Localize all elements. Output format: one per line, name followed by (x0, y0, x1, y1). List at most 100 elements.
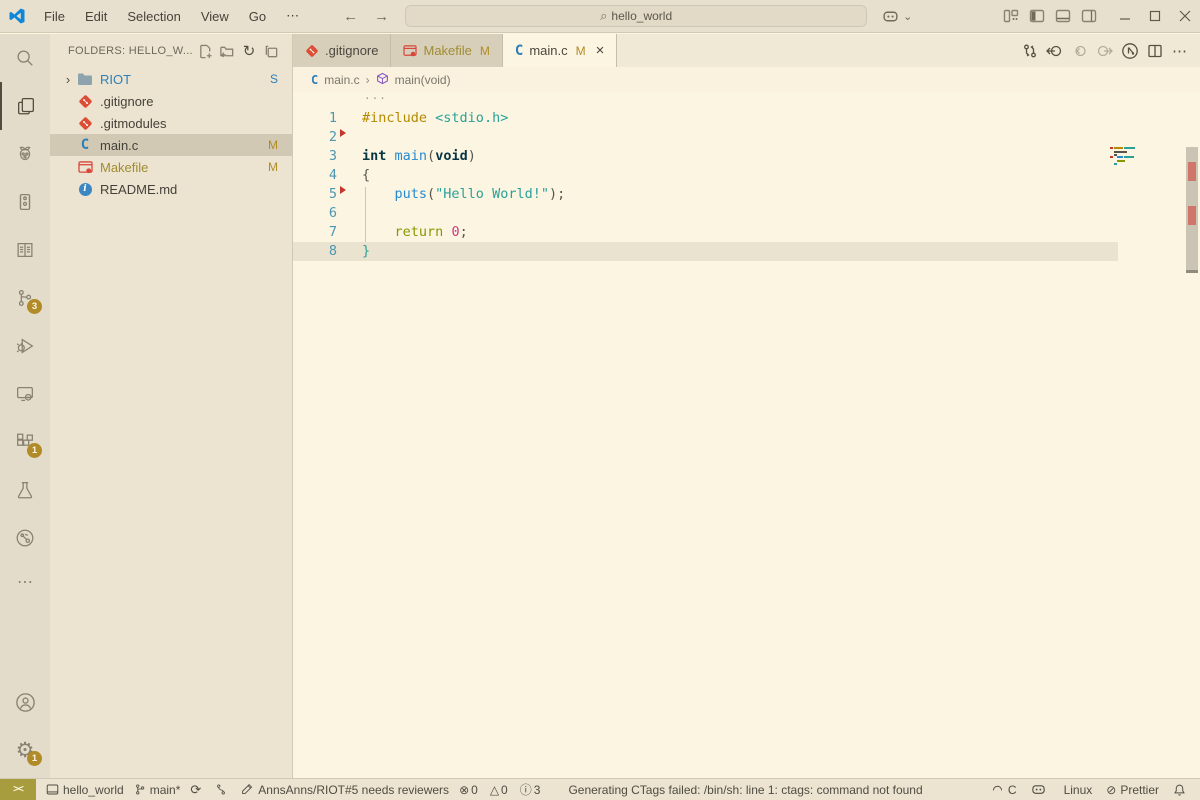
code-editor[interactable]: ··· 1#include <stdio.h>23int main(void)4… (293, 92, 1200, 778)
menu-view[interactable]: View (191, 9, 239, 24)
remote-icon: >< (13, 784, 23, 795)
accounts-icon[interactable] (0, 678, 50, 726)
dev-board-activity-icon[interactable] (0, 178, 50, 226)
tree-item-label: .gitmodules (100, 116, 278, 131)
minimize-button[interactable] (1110, 3, 1140, 29)
copilot-status-icon[interactable] (1031, 782, 1050, 797)
run-debug-activity-icon[interactable] (0, 322, 50, 370)
formatter-item[interactable]: ⊘ Prettier (1106, 783, 1159, 797)
menu-file[interactable]: File (34, 9, 75, 24)
menu-selection[interactable]: Selection (117, 9, 190, 24)
open-changes-icon[interactable] (1017, 39, 1042, 63)
line-number[interactable]: 8 (293, 242, 337, 261)
language-status-item[interactable]: C (991, 783, 1017, 797)
menu-go[interactable]: Go (239, 9, 276, 24)
book-activity-icon[interactable] (0, 226, 50, 274)
test-flask-activity-icon[interactable] (0, 466, 50, 514)
line-number[interactable]: 4 (293, 166, 337, 185)
previous-change-icon[interactable] (1067, 39, 1092, 63)
workspace-item[interactable]: hello_world (46, 783, 124, 797)
tab-makefile[interactable]: Makefile M (391, 34, 502, 67)
toggle-secondary-sidebar-icon[interactable] (1076, 5, 1102, 27)
git-branch-item[interactable]: main* (134, 783, 181, 797)
toggle-primary-sidebar-icon[interactable] (1024, 5, 1050, 27)
code-text: int main(void) (362, 147, 476, 166)
tree-item-gitmodules[interactable]: .gitmodules (50, 112, 292, 134)
git-graph-icon[interactable] (215, 783, 231, 796)
line-number[interactable]: 5 (293, 185, 337, 204)
project-graph-activity-icon[interactable] (0, 514, 50, 562)
minimap[interactable] (1114, 147, 1144, 165)
tree-item-gitignore[interactable]: .gitignore (50, 90, 292, 112)
breadcrumb-symbol[interactable]: main(void) (395, 73, 451, 87)
line-number[interactable]: 2 (293, 128, 337, 147)
code-line[interactable]: 8} (293, 242, 1200, 261)
problems-item[interactable]: ⊗0 △0 ⓘ3 (459, 781, 552, 798)
settings-gear-icon[interactable]: ⚙ 1 (0, 726, 50, 774)
tree-item-readme[interactable]: i README.md (50, 178, 292, 200)
tree-item-riot[interactable]: › RIOT S (50, 68, 292, 90)
collapsed-region-dots[interactable]: ··· (293, 92, 1200, 109)
source-control-activity-icon[interactable]: 3 (0, 274, 50, 322)
os-item[interactable]: Linux (1064, 783, 1093, 797)
explorer-activity-icon[interactable] (0, 82, 50, 130)
git-deleted-marker-icon[interactable] (340, 129, 346, 137)
tree-item-makefile[interactable]: Makefile M (50, 156, 292, 178)
code-line[interactable]: 5 puts("Hello World!"); (293, 185, 1200, 204)
split-editor-icon[interactable] (1142, 39, 1167, 63)
remote-indicator[interactable]: >< (0, 779, 36, 800)
line-number[interactable]: 3 (293, 147, 337, 166)
readme-info-icon: i (76, 183, 94, 196)
tab-main-c[interactable]: C main.c M × (503, 34, 618, 67)
tab-label: Makefile (423, 43, 471, 58)
code-line[interactable]: 1#include <stdio.h> (293, 109, 1200, 128)
tab-gitignore[interactable]: .gitignore (293, 34, 391, 67)
menu-more-icon[interactable]: ⋯ (276, 8, 309, 24)
extensions-activity-icon[interactable]: 1 (0, 418, 50, 466)
c-file-icon: C (515, 43, 523, 59)
new-folder-icon[interactable] (216, 41, 238, 61)
overview-ruler[interactable] (1186, 147, 1198, 272)
copilot-icon[interactable] (877, 5, 903, 27)
customize-layout-icon[interactable] (998, 5, 1024, 27)
title-bar: File Edit Selection View Go ⋯ ← → ⌕ hell… (0, 0, 1200, 33)
code-line[interactable]: 2 (293, 128, 1200, 147)
menu-edit[interactable]: Edit (75, 9, 117, 24)
collapse-folders-icon[interactable] (260, 41, 282, 61)
close-window-button[interactable] (1170, 3, 1200, 29)
pull-request-item[interactable]: AnnsAnns/RIOT#5 needs reviewers (241, 783, 449, 797)
folders-section-title[interactable]: FOLDERS: HELLO_W... (68, 45, 194, 57)
folder-icon (76, 72, 94, 86)
next-change-icon[interactable] (1092, 39, 1117, 63)
more-views-icon[interactable]: ⋯ (0, 562, 50, 602)
line-number[interactable]: 1 (293, 109, 337, 128)
notifications-bell-icon[interactable] (1173, 783, 1190, 797)
tree-item-main-c[interactable]: C main.c M (50, 134, 292, 156)
sync-changes-icon[interactable]: ⟳ (190, 782, 205, 798)
remote-explorer-activity-icon[interactable] (0, 370, 50, 418)
line-number[interactable]: 7 (293, 223, 337, 242)
code-line[interactable]: 6 (293, 204, 1200, 223)
toggle-panel-icon[interactable] (1050, 5, 1076, 27)
raspberry-pi-activity-icon[interactable] (0, 130, 50, 178)
formatter-label: Prettier (1120, 783, 1159, 797)
close-tab-icon[interactable]: × (596, 42, 605, 59)
new-file-icon[interactable] (194, 41, 216, 61)
go-back-change-icon[interactable] (1042, 39, 1067, 63)
git-file-icon (305, 44, 319, 58)
command-center-search[interactable]: ⌕ hello_world (405, 5, 867, 27)
git-deleted-marker-icon[interactable] (340, 186, 346, 194)
search-activity-icon[interactable] (0, 34, 50, 82)
editor-more-actions-icon[interactable]: ⋯ (1167, 39, 1192, 63)
run-file-icon[interactable] (1117, 39, 1142, 63)
breadcrumb-file[interactable]: main.c (324, 73, 359, 87)
maximize-button[interactable] (1140, 3, 1170, 29)
line-number[interactable]: 6 (293, 204, 337, 223)
refresh-explorer-icon[interactable]: ↻ (238, 41, 260, 61)
code-line[interactable]: 3 int main(void) (293, 147, 1200, 166)
copilot-chevron-icon[interactable]: ⌄ (903, 10, 912, 23)
code-line[interactable]: 4{ (293, 166, 1200, 185)
nav-forward-icon[interactable]: → (366, 8, 397, 25)
nav-back-icon[interactable]: ← (335, 8, 366, 25)
code-line[interactable]: 7 return 0; (293, 223, 1200, 242)
